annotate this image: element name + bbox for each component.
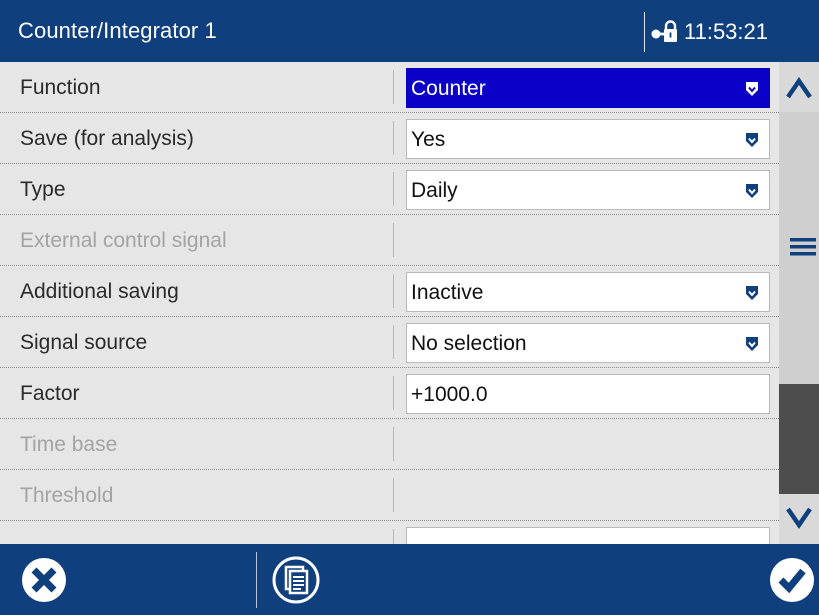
cancel-icon <box>22 558 66 602</box>
row-separator <box>393 529 394 544</box>
row-label: Function <box>20 76 101 99</box>
dropdown-value: No selection <box>411 332 527 355</box>
dropdown-arrow-icon <box>746 133 758 147</box>
row-separator <box>393 376 394 410</box>
additional-saving-dropdown[interactable]: Inactive <box>406 272 770 312</box>
row-separator <box>393 121 394 155</box>
menu-icon <box>790 238 816 256</box>
clock: 11:53:21 <box>684 19 769 44</box>
row-factor: Factor +1000.0 <box>0 368 779 419</box>
row-separator <box>393 427 394 461</box>
row-label: Signal source <box>20 331 148 354</box>
dropdown-arrow-icon <box>746 82 758 96</box>
page-title: Counter/Integrator 1 <box>18 18 217 43</box>
row-signal-source: Signal source No selection <box>0 317 779 368</box>
dropdown-value: Counter <box>411 77 486 100</box>
chevron-down-icon <box>786 507 812 529</box>
dropdown-value: Yes <box>411 128 446 151</box>
dropdown-value: Inactive <box>411 281 484 304</box>
input-value: +1000.0 <box>411 383 488 406</box>
parameter-list: Function Counter Save (for analysis) Yes… <box>0 62 779 544</box>
cancel-button[interactable] <box>18 554 70 606</box>
key-lock-icon <box>651 20 677 42</box>
chevron-up-icon <box>786 77 812 99</box>
dropdown-value: Daily <box>411 179 458 202</box>
function-dropdown[interactable]: Counter <box>406 68 770 108</box>
factor-input[interactable]: +1000.0 <box>406 374 770 414</box>
row-label: Time base <box>20 433 118 456</box>
dropdown-arrow-icon <box>746 286 758 300</box>
document-icon <box>272 556 320 604</box>
row-threshold: Threshold <box>0 470 779 521</box>
save-dropdown[interactable]: Yes <box>406 119 770 159</box>
row-type: Type Daily <box>0 164 779 215</box>
row-separator <box>393 325 394 359</box>
row-time-base: Time base <box>0 419 779 470</box>
row-separator <box>393 478 394 512</box>
document-button[interactable] <box>268 554 324 606</box>
dropdown-arrow-icon <box>746 337 758 351</box>
row-function: Function Counter <box>0 62 779 113</box>
row-separator <box>393 172 394 206</box>
row-partial <box>0 521 779 544</box>
header-divider <box>644 12 645 52</box>
row-label: Type <box>20 178 66 201</box>
row-external-control-signal: External control signal <box>0 215 779 266</box>
row-label: Threshold <box>20 484 114 507</box>
confirm-button[interactable] <box>762 554 819 606</box>
type-dropdown[interactable]: Daily <box>406 170 770 210</box>
scroll-up-button[interactable] <box>779 62 819 112</box>
confirm-icon <box>770 558 814 602</box>
row-label: External control signal <box>20 229 227 252</box>
row-separator <box>393 223 394 257</box>
row-label: Factor <box>20 382 80 405</box>
signal-source-dropdown[interactable]: No selection <box>406 323 770 363</box>
footer-bar <box>0 544 819 615</box>
dropdown-arrow-icon <box>746 184 758 198</box>
title-bar: Counter/Integrator 1 11:53:21 <box>0 0 819 62</box>
scroll-thumb[interactable] <box>779 384 819 494</box>
footer-divider <box>256 552 257 608</box>
row-label: Save (for analysis) <box>20 127 194 150</box>
row-separator <box>393 274 394 308</box>
scroll-down-button[interactable] <box>779 494 819 544</box>
row-save: Save (for analysis) Yes <box>0 113 779 164</box>
partial-dropdown[interactable] <box>406 527 770 544</box>
scroll-track[interactable] <box>779 112 819 494</box>
scrollbar[interactable] <box>779 62 819 544</box>
row-separator <box>393 70 394 104</box>
row-additional-saving: Additional saving Inactive <box>0 266 779 317</box>
row-label: Additional saving <box>20 280 179 303</box>
